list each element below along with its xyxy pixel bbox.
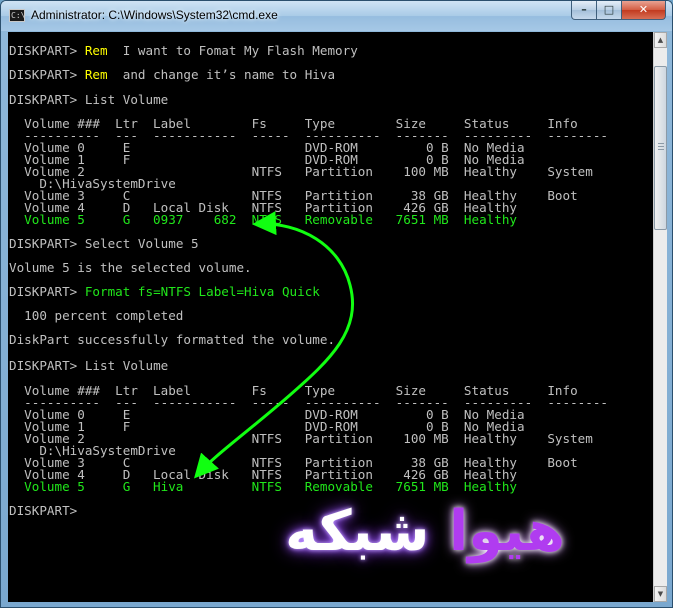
console-line: DISKPART>	[9, 504, 85, 518]
console-line: DISKPART> Rem I want to Fomat My Flash M…	[9, 44, 358, 58]
diskpart-prompt: DISKPART>	[9, 503, 85, 518]
output-text: DiskPart successfully formatted the volu…	[9, 332, 336, 347]
diskpart-prompt: DISKPART>	[9, 43, 85, 58]
console-line: 100 percent completed	[9, 309, 183, 323]
command-text: Select Volume 5	[84, 236, 199, 251]
watermark-part-purple: هیوا	[448, 499, 565, 564]
grip-line	[658, 149, 664, 150]
console-line: Volume 5 is the selected volume.	[9, 261, 252, 275]
watermark-part-white: شبکه	[285, 499, 430, 564]
console-line: DISKPART> Rem and change it’s name to Hi…	[9, 68, 335, 82]
diskpart-prompt: DISKPART>	[9, 284, 85, 299]
title-bar[interactable]: C:\ Administrator: C:\Windows\System32\c…	[1, 1, 672, 31]
highlighted-volume-row: Volume 5 G 0937 682 NTFS Removable 7651 …	[9, 212, 517, 227]
command-text: I want to Fomat My Flash Memory	[107, 43, 358, 58]
diskpart-prompt: DISKPART>	[9, 358, 85, 373]
vertical-scrollbar[interactable]: ▲ ▼	[653, 32, 667, 602]
command-keyword: Rem	[84, 43, 108, 58]
cmd-icon[interactable]: C:\	[9, 9, 25, 22]
grip-line	[658, 143, 664, 144]
diskpart-prompt: DISKPART>	[9, 92, 85, 107]
minimize-button[interactable]: –	[571, 1, 597, 20]
caption-buttons: – □ ✕	[571, 1, 666, 21]
diskpart-prompt: DISKPART>	[9, 67, 85, 82]
console-line: Volume 5 G Hiva NTFS Removable 7651 MB H…	[9, 480, 517, 494]
console-line: Volume 5 G 0937 682 NTFS Removable 7651 …	[9, 213, 517, 227]
command-keyword: Format fs=NTFS Label=Hiva Quick	[84, 284, 320, 299]
output-text: Volume 5 is the selected volume.	[9, 260, 252, 275]
highlighted-volume-row: Volume 5 G Hiva NTFS Removable 7651 MB H…	[9, 479, 517, 494]
maximize-button[interactable]: □	[597, 1, 622, 20]
arrow-up-icon[interactable]: ▲	[654, 32, 667, 48]
output-text: 100 percent completed	[9, 308, 184, 323]
command-text: List Volume	[84, 358, 169, 373]
window-title: Administrator: C:\Windows\System32\cmd.e…	[31, 8, 278, 22]
console-line: DISKPART> List Volume	[9, 359, 168, 373]
watermark-logo: هیوا شبکه	[285, 498, 625, 566]
console-line: DISKPART> Select Volume 5	[9, 237, 199, 251]
command-text: List Volume	[84, 92, 169, 107]
grip-line	[658, 146, 664, 147]
command-text: and change it’s name to Hiva	[107, 67, 336, 82]
console-line: DISKPART> Format fs=NTFS Label=Hiva Quic…	[9, 285, 320, 299]
scrollbar-thumb[interactable]	[654, 66, 667, 230]
console-line: DiskPart successfully formatted the volu…	[9, 333, 335, 347]
diskpart-prompt: DISKPART>	[9, 236, 85, 251]
command-keyword: Rem	[84, 67, 108, 82]
console-line: DISKPART> List Volume	[9, 93, 168, 107]
arrow-down-icon[interactable]: ▼	[654, 586, 667, 602]
close-button[interactable]: ✕	[622, 1, 666, 20]
